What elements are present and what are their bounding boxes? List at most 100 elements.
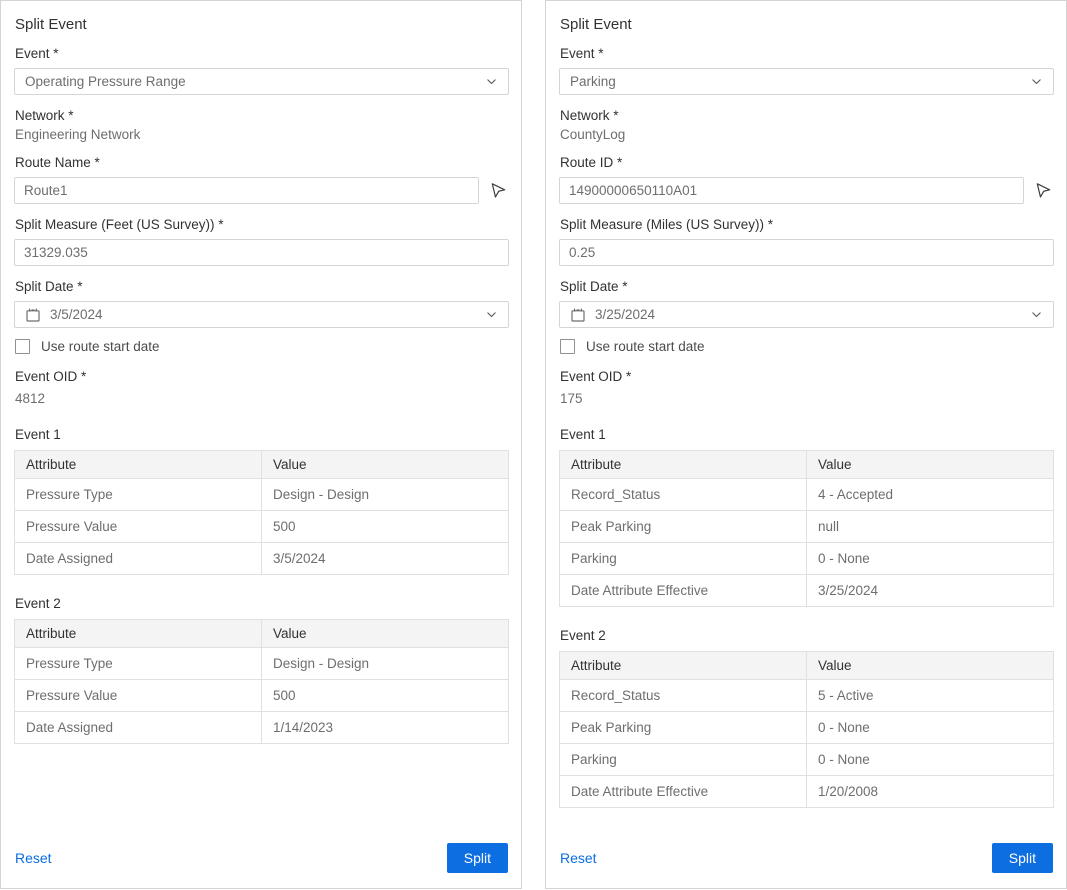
- date-picker[interactable]: 3/25/2024: [559, 301, 1054, 328]
- value-cell: 0 - None: [807, 744, 1054, 776]
- split-event-panel-right: Split Event Event * Parking Network * Co…: [545, 0, 1067, 889]
- table-row: Date Assigned 3/5/2024: [15, 543, 509, 575]
- use-route-start-date-option[interactable]: Use route start date: [560, 339, 1054, 354]
- oid-label: Event OID *: [560, 369, 1054, 384]
- route-label: Route ID *: [560, 155, 1054, 170]
- network-value: CountyLog: [560, 127, 1054, 142]
- map-select-cursor-icon[interactable]: [1033, 181, 1054, 200]
- event2-table: Attribute Value Pressure Type Design - D…: [14, 619, 509, 744]
- attribute-cell: Pressure Type: [15, 479, 262, 511]
- table-row: Parking 0 - None: [560, 543, 1054, 575]
- network-label: Network *: [560, 108, 1054, 123]
- route-field-row: [559, 177, 1054, 204]
- checkbox-label: Use route start date: [41, 339, 160, 354]
- value-cell: 3/25/2024: [807, 575, 1054, 607]
- route-field-row: [14, 177, 509, 204]
- table-row: Parking 0 - None: [560, 744, 1054, 776]
- event2-heading: Event 2: [15, 596, 509, 611]
- table-row: Record_Status 4 - Accepted: [560, 479, 1054, 511]
- event2-heading: Event 2: [560, 628, 1054, 643]
- event-select-value: Operating Pressure Range: [25, 74, 186, 89]
- attribute-cell: Peak Parking: [560, 712, 807, 744]
- split-button[interactable]: Split: [447, 843, 508, 873]
- table-header-row: Attribute Value: [560, 451, 1054, 479]
- reset-link[interactable]: Reset: [15, 850, 52, 866]
- table-row: Pressure Type Design - Design: [15, 648, 509, 680]
- calendar-icon: [25, 307, 41, 323]
- table-row: Date Assigned 1/14/2023: [15, 712, 509, 744]
- measure-input[interactable]: [559, 239, 1054, 266]
- table-row: Date Attribute Effective 1/20/2008: [560, 776, 1054, 808]
- network-value: Engineering Network: [15, 127, 509, 142]
- table-header-row: Attribute Value: [15, 451, 509, 479]
- attribute-column-header: Attribute: [560, 451, 807, 479]
- route-input[interactable]: [559, 177, 1024, 204]
- value-column-header: Value: [807, 451, 1054, 479]
- attribute-cell: Date Assigned: [15, 543, 262, 575]
- date-value: 3/5/2024: [50, 307, 103, 322]
- chevron-down-icon: [1030, 308, 1043, 321]
- value-cell: Design - Design: [262, 648, 509, 680]
- attribute-cell: Date Assigned: [15, 712, 262, 744]
- table-row: Record_Status 5 - Active: [560, 680, 1054, 712]
- table-row: Date Attribute Effective 3/25/2024: [560, 575, 1054, 607]
- route-label: Route Name *: [15, 155, 509, 170]
- attribute-column-header: Attribute: [15, 620, 262, 648]
- chevron-down-icon: [485, 308, 498, 321]
- value-cell: 0 - None: [807, 543, 1054, 575]
- reset-link[interactable]: Reset: [560, 850, 597, 866]
- value-cell: 5 - Active: [807, 680, 1054, 712]
- value-cell: 1/14/2023: [262, 712, 509, 744]
- attribute-cell: Parking: [560, 744, 807, 776]
- attribute-cell: Parking: [560, 543, 807, 575]
- date-label: Split Date *: [560, 279, 1054, 294]
- panel-footer: Reset Split: [14, 833, 509, 873]
- page-title: Split Event: [15, 16, 509, 33]
- value-cell: 500: [262, 680, 509, 712]
- checkbox-label: Use route start date: [586, 339, 705, 354]
- value-cell: 1/20/2008: [807, 776, 1054, 808]
- table-row: Pressure Value 500: [15, 680, 509, 712]
- event1-table: Attribute Value Pressure Type Design - D…: [14, 450, 509, 575]
- event2-table: Attribute Value Record_Status 5 - Active…: [559, 651, 1054, 808]
- calendar-icon: [570, 307, 586, 323]
- event-select[interactable]: Parking: [559, 68, 1054, 95]
- value-cell: Design - Design: [262, 479, 509, 511]
- table-header-row: Attribute Value: [560, 652, 1054, 680]
- checkbox-unchecked[interactable]: [15, 339, 30, 354]
- value-column-header: Value: [262, 620, 509, 648]
- measure-label: Split Measure (Feet (US Survey)) *: [15, 217, 509, 232]
- oid-value: 175: [560, 391, 1054, 406]
- date-picker[interactable]: 3/5/2024: [14, 301, 509, 328]
- value-column-header: Value: [262, 451, 509, 479]
- map-select-cursor-icon[interactable]: [488, 181, 509, 200]
- attribute-cell: Date Attribute Effective: [560, 776, 807, 808]
- value-cell: 4 - Accepted: [807, 479, 1054, 511]
- table-header-row: Attribute Value: [15, 620, 509, 648]
- table-row: Pressure Value 500: [15, 511, 509, 543]
- oid-label: Event OID *: [15, 369, 509, 384]
- attribute-column-header: Attribute: [560, 652, 807, 680]
- table-row: Pressure Type Design - Design: [15, 479, 509, 511]
- measure-label: Split Measure (Miles (US Survey)) *: [560, 217, 1054, 232]
- date-label: Split Date *: [15, 279, 509, 294]
- value-cell: 3/5/2024: [262, 543, 509, 575]
- split-event-panel-left: Split Event Event * Operating Pressure R…: [0, 0, 522, 889]
- event-label: Event *: [15, 46, 509, 61]
- route-input[interactable]: [14, 177, 479, 204]
- event-select-value: Parking: [570, 74, 616, 89]
- event-select[interactable]: Operating Pressure Range: [14, 68, 509, 95]
- table-row: Peak Parking null: [560, 511, 1054, 543]
- measure-input[interactable]: [14, 239, 509, 266]
- value-column-header: Value: [807, 652, 1054, 680]
- event1-heading: Event 1: [15, 427, 509, 442]
- panel-footer: Reset Split: [559, 833, 1054, 873]
- value-cell: 0 - None: [807, 712, 1054, 744]
- attribute-cell: Record_Status: [560, 479, 807, 511]
- checkbox-unchecked[interactable]: [560, 339, 575, 354]
- split-button[interactable]: Split: [992, 843, 1053, 873]
- event-label: Event *: [560, 46, 1054, 61]
- use-route-start-date-option[interactable]: Use route start date: [15, 339, 509, 354]
- event1-table: Attribute Value Record_Status 4 - Accept…: [559, 450, 1054, 607]
- attribute-cell: Pressure Type: [15, 648, 262, 680]
